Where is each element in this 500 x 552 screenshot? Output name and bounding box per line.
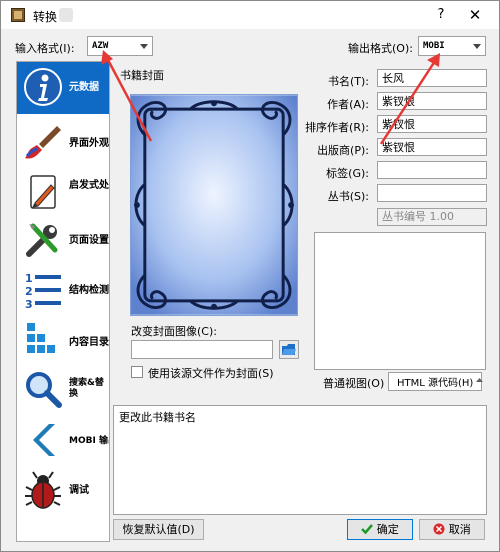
output-format-select[interactable]: MOBI <box>418 36 486 56</box>
ok-button-label: 确定 <box>376 523 399 536</box>
series-index-spinner[interactable]: 丛书编号 1.00 <box>377 208 487 226</box>
close-button[interactable]: ✕ <box>463 5 487 25</box>
sidebar-item-search-replace[interactable]: 搜索&替换 <box>17 365 109 417</box>
info-icon <box>24 68 62 106</box>
tab-html-source[interactable]: HTML 源代码(H) <box>388 372 483 391</box>
tools-icon <box>26 223 58 257</box>
blurred-region <box>59 8 73 22</box>
title-input[interactable] <box>377 69 487 87</box>
check-icon <box>361 524 374 535</box>
folder-icon <box>282 344 296 355</box>
tags-label: 标签(G): <box>326 167 369 180</box>
input-format-value: AZW <box>92 41 109 51</box>
sidebar-item-structure[interactable]: 1 2 3 结构检测 <box>17 265 109 317</box>
publisher-input[interactable] <box>377 138 487 156</box>
tab-normal-view[interactable]: 普通视图(O) <box>323 375 384 391</box>
magnifier-icon <box>26 372 62 408</box>
cancel-button-label: 取消 <box>448 523 471 536</box>
toc-icon <box>27 323 55 353</box>
sidebar-item-label: 界面外观 <box>69 138 109 149</box>
ok-button[interactable]: 确定 <box>347 519 413 540</box>
sidebar-item-label: 调试 <box>69 485 89 496</box>
tags-input[interactable] <box>377 161 487 179</box>
author-sort-label: 排序作者(R): <box>305 121 369 134</box>
help-description: 更改此书籍书名 <box>113 405 487 515</box>
cancel-button[interactable]: 取消 <box>419 519 485 540</box>
sidebar-item-look-feel[interactable]: 界面外观 <box>17 117 109 169</box>
sidebar-item-label: MOBI 输出 <box>69 436 109 446</box>
use-source-cover-label: 使用该源文件作为封面(S) <box>148 367 274 380</box>
change-cover-label: 改变封面图像(C): <box>131 325 217 338</box>
chevron-down-icon <box>473 44 481 49</box>
input-format-label: 输入格式(I): <box>15 42 75 55</box>
cover-path-input[interactable] <box>131 340 273 359</box>
sidebar-item-label: 内容目录 <box>69 337 109 348</box>
author-input[interactable] <box>377 92 487 110</box>
cancel-icon <box>433 523 445 535</box>
help-description-text: 更改此书籍书名 <box>119 411 196 424</box>
sidebar-item-label: 结构检测 <box>69 285 109 296</box>
svg-text:2: 2 <box>25 285 33 298</box>
sidebar-item-label: 启发式处理 <box>69 180 109 191</box>
title-bar: 转换 ? ✕ <box>1 1 499 29</box>
convert-dialog: 转换 ? ✕ 输入格式(I): AZW 输出格式(O): MOBI 元数据 界面… <box>0 0 500 552</box>
book-cover-image <box>130 94 298 316</box>
scroll-up-icon[interactable] <box>474 373 485 388</box>
author-sort-input[interactable] <box>377 115 487 133</box>
author-label: 作者(A): <box>327 98 369 111</box>
sidebar-item-label: 页面设置 <box>69 235 109 246</box>
sidebar: 元数据 界面外观 启发式处理 <box>16 61 110 542</box>
chevron-down-icon <box>140 44 148 49</box>
sidebar-item-label: 搜索&替换 <box>69 378 104 399</box>
input-format-select[interactable]: AZW <box>87 36 153 56</box>
publisher-label: 出版商(P): <box>317 144 369 157</box>
output-format-value: MOBI <box>423 41 445 51</box>
cover-heading: 书籍封面 <box>120 69 164 82</box>
svg-text:1: 1 <box>25 272 33 285</box>
use-source-cover-checkbox[interactable] <box>131 366 143 378</box>
heuristics-icon <box>30 175 56 209</box>
sidebar-item-label: 元数据 <box>69 82 99 93</box>
sidebar-item-page-setup[interactable]: 页面设置 <box>17 215 109 267</box>
sidebar-item-heuristics[interactable]: 启发式处理 <box>17 168 109 220</box>
browse-folder-button[interactable] <box>279 340 299 359</box>
comments-editor[interactable] <box>314 232 486 370</box>
chevron-left-icon <box>33 424 55 456</box>
output-format-label: 输出格式(O): <box>348 42 413 55</box>
restore-defaults-button[interactable]: 恢复默认值(D) <box>113 519 204 540</box>
sidebar-item-toc[interactable]: 内容目录 <box>17 315 109 367</box>
series-label: 丛书(S): <box>327 190 369 203</box>
paintbrush-icon <box>25 126 61 159</box>
bug-icon <box>25 471 61 509</box>
help-button[interactable]: ? <box>431 5 451 25</box>
calibre-app-icon <box>11 8 25 22</box>
sidebar-item-debug[interactable]: 调试 <box>17 465 109 517</box>
series-input[interactable] <box>377 184 487 202</box>
svg-text:3: 3 <box>25 298 33 310</box>
window-title: 转换 <box>33 10 58 24</box>
sidebar-item-metadata[interactable]: 元数据 <box>17 62 109 114</box>
title-label: 书名(T): <box>327 75 369 88</box>
sidebar-item-mobi-output[interactable]: MOBI 输出 <box>17 415 109 467</box>
numbered-list-icon: 1 2 3 <box>25 272 61 310</box>
